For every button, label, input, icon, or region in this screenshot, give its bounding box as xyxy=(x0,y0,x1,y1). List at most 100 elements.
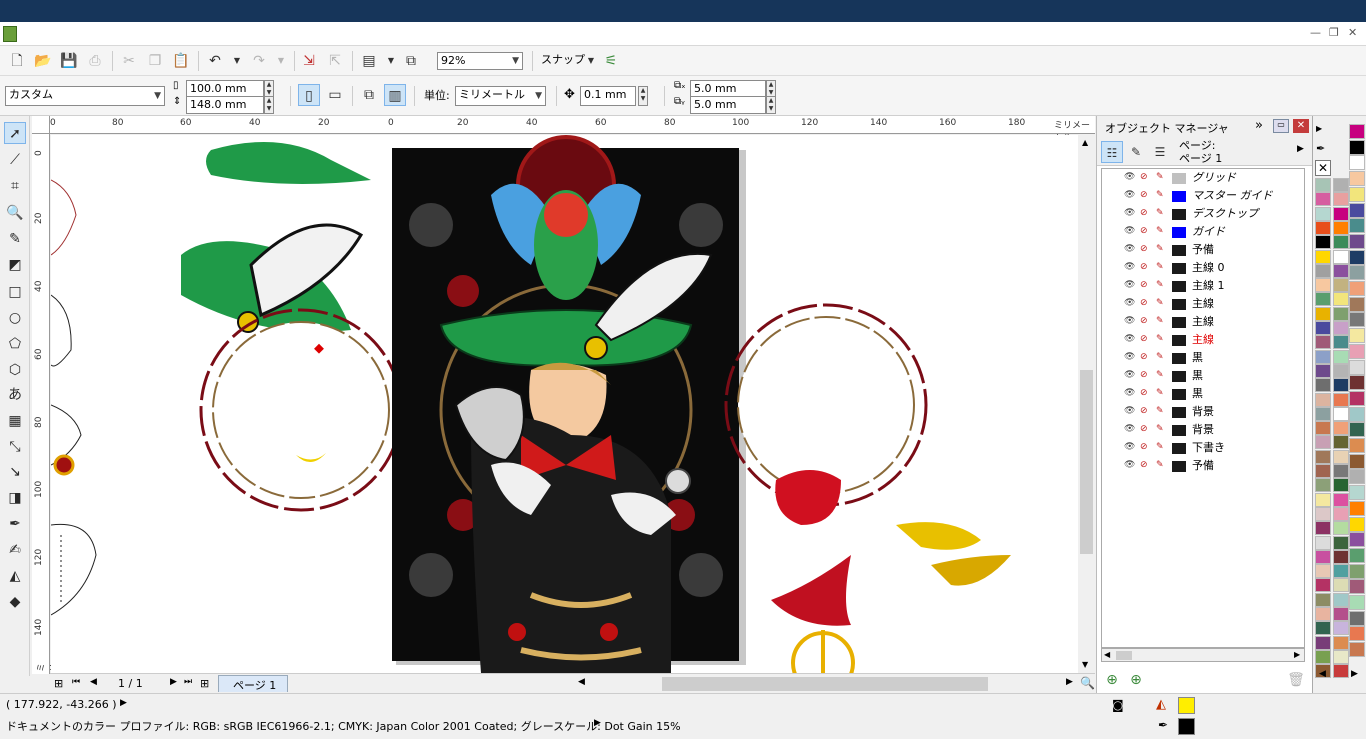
layer-row[interactable]: 👁 ⊘ ✎ 背景 xyxy=(1102,421,1302,439)
layer-print-icon[interactable]: ⊘ xyxy=(1140,172,1148,182)
shape-tool-icon[interactable]: ⟋ xyxy=(4,149,26,171)
palette-swatch[interactable] xyxy=(1315,506,1331,521)
palette-swatch[interactable] xyxy=(1333,206,1349,221)
palette-swatch[interactable] xyxy=(1315,206,1331,221)
palette-swatch[interactable] xyxy=(1315,535,1331,550)
scroll-up-icon[interactable]: ▲ xyxy=(1082,138,1088,147)
palette-swatch[interactable] xyxy=(1349,485,1365,501)
palette-swatch[interactable] xyxy=(1315,621,1331,636)
last-page-icon[interactable]: ⏭ xyxy=(184,677,192,687)
redo-icon[interactable]: ↷ xyxy=(248,50,270,72)
smart-fill-tool-icon[interactable]: ◩ xyxy=(4,254,26,276)
ellipse-tool-icon[interactable]: ○ xyxy=(4,307,26,329)
edit-across-layers-icon[interactable]: ✎ xyxy=(1125,141,1147,163)
layer-visibility-icon[interactable]: 👁 xyxy=(1124,190,1135,200)
layer-lock-icon[interactable]: ✎ xyxy=(1156,442,1164,452)
zoom-tool-icon[interactable]: 🔍 xyxy=(4,202,26,224)
palette-swatch[interactable] xyxy=(1315,492,1331,507)
layer-visibility-icon[interactable]: 👁 xyxy=(1124,370,1135,380)
layer-lock-icon[interactable]: ✎ xyxy=(1156,424,1164,434)
layer-row[interactable]: 👁 ⊘ ✎ 主線 xyxy=(1102,295,1302,313)
fill-tool-icon[interactable]: ◭ xyxy=(4,565,26,587)
palette-swatch[interactable] xyxy=(1315,363,1331,378)
nudge-spinner[interactable]: ▲ ▼ xyxy=(638,86,648,106)
layer-visibility-icon[interactable]: 👁 xyxy=(1124,208,1135,218)
new-document-icon[interactable]: 🗋 xyxy=(6,50,28,72)
palette-swatch[interactable] xyxy=(1349,343,1365,359)
layer-name[interactable]: 主線 xyxy=(1192,296,1214,312)
docker-menu-icon[interactable]: ▶ xyxy=(1297,144,1304,154)
layer-row[interactable]: 👁 ⊘ ✎ 背景 xyxy=(1102,403,1302,421)
palette-swatch[interactable] xyxy=(1333,249,1349,264)
snapshot-icon[interactable]: ◙ xyxy=(1112,698,1124,712)
palette-swatch[interactable] xyxy=(1333,392,1349,407)
layer-lock-icon[interactable]: ✎ xyxy=(1156,298,1164,308)
palette-swatch[interactable] xyxy=(1333,535,1349,550)
paper-size-select[interactable]: カスタム ▼ xyxy=(5,86,165,106)
palette-swatch[interactable] xyxy=(1333,506,1349,521)
layer-list[interactable]: 👁 ⊘ ✎ グリッド 👁 ⊘ ✎ マスター ガイド 👁 ⊘ ✎ デスクトップ 👁 ⊘ ✎ ガイド 👁 ⊘ ✎ 予備 👁 ⊘… xyxy=(1101,168,1305,648)
blend-tool-icon[interactable]: ◨ xyxy=(4,487,26,509)
palette-swatch[interactable] xyxy=(1333,521,1349,536)
layer-lock-icon[interactable]: ✎ xyxy=(1156,190,1164,200)
layer-row[interactable]: 👁 ⊘ ✎ 下書き xyxy=(1102,439,1302,457)
layer-row[interactable]: 👁 ⊘ ✎ 黒 xyxy=(1102,367,1302,385)
layer-row[interactable]: 👁 ⊘ ✎ 主線 xyxy=(1102,313,1302,331)
outline-color-swatch[interactable] xyxy=(1178,718,1195,735)
vertical-ruler[interactable]: 0 20 40 60 80 100 120 140 ミリメートル xyxy=(32,134,112,674)
palette-swatch[interactable] xyxy=(1315,220,1331,235)
palette-swatch[interactable] xyxy=(1315,592,1331,607)
palette-swatch[interactable] xyxy=(1349,249,1365,265)
layer-lock-icon[interactable]: ✎ xyxy=(1156,334,1164,344)
layer-lock-icon[interactable]: ✎ xyxy=(1156,172,1164,182)
layer-lock-icon[interactable]: ✎ xyxy=(1156,388,1164,398)
layer-visibility-icon[interactable]: 👁 xyxy=(1124,226,1135,236)
palette-swatch[interactable] xyxy=(1333,621,1349,636)
palette-swatch[interactable] xyxy=(1349,375,1365,391)
undo-icon[interactable]: ↶ xyxy=(204,50,226,72)
layer-lock-icon[interactable]: ✎ xyxy=(1156,208,1164,218)
layer-print-icon[interactable]: ⊘ xyxy=(1140,208,1148,218)
layer-visibility-icon[interactable]: 👁 xyxy=(1124,334,1135,344)
layer-lock-icon[interactable]: ✎ xyxy=(1156,262,1164,272)
restore-button[interactable]: ❐ xyxy=(1329,26,1339,39)
palette-swatch[interactable] xyxy=(1333,478,1349,493)
layer-lock-icon[interactable]: ✎ xyxy=(1156,226,1164,236)
palette-swatch[interactable] xyxy=(1349,233,1365,249)
palette-swatch[interactable] xyxy=(1349,453,1365,469)
palette-swatch[interactable] xyxy=(1349,139,1365,155)
units-select[interactable]: ミリメートル ▼ xyxy=(455,86,546,106)
layer-name[interactable]: 主線 0 xyxy=(1192,260,1225,276)
palette-swatch[interactable] xyxy=(1349,186,1365,202)
zoom-level-select[interactable]: 92% ▼ xyxy=(437,52,523,70)
palette-swatch[interactable] xyxy=(1315,635,1331,650)
palette-scroll-up-icon[interactable]: ▶ xyxy=(1316,124,1322,133)
all-pages-icon[interactable]: ⧉ xyxy=(358,84,380,106)
layer-name[interactable]: 背景 xyxy=(1192,422,1214,438)
palette-swatch[interactable] xyxy=(1349,500,1365,516)
palette-swatch[interactable] xyxy=(1349,312,1365,328)
next-page-icon[interactable]: ▶ xyxy=(170,677,177,687)
layer-visibility-icon[interactable]: 👁 xyxy=(1124,406,1135,416)
docker-minimize-icon[interactable]: ▭ xyxy=(1273,119,1289,133)
palette-swatch[interactable] xyxy=(1349,469,1365,485)
layer-visibility-icon[interactable]: 👁 xyxy=(1124,298,1135,308)
layer-print-icon[interactable]: ⊘ xyxy=(1140,424,1148,434)
layer-visibility-icon[interactable]: 👁 xyxy=(1124,388,1135,398)
layer-row[interactable]: 👁 ⊘ ✎ 予備 xyxy=(1102,241,1302,259)
layer-print-icon[interactable]: ⊘ xyxy=(1140,442,1148,452)
pick-tool-icon[interactable]: ➚ xyxy=(4,122,26,144)
ruler-origin[interactable] xyxy=(32,116,50,134)
palette-swatch[interactable] xyxy=(1333,278,1349,293)
palette-swatch[interactable] xyxy=(1315,321,1331,335)
layer-name[interactable]: 黒 xyxy=(1192,386,1203,402)
scroll-left-icon[interactable]: ◀ xyxy=(1104,650,1110,659)
expand-arrow-icon[interactable]: ▶ xyxy=(120,698,127,708)
tab-page-1[interactable]: ページ 1 xyxy=(218,675,288,692)
palette-swatch[interactable] xyxy=(1315,263,1331,278)
layer-lock-icon[interactable]: ✎ xyxy=(1156,316,1164,326)
app-launcher-dropdown-icon[interactable]: ▼ xyxy=(380,50,402,72)
page-height-spinner[interactable]: ▲ ▼ xyxy=(264,96,274,114)
layer-visibility-icon[interactable]: 👁 xyxy=(1124,352,1135,362)
new-layer-icon[interactable]: ⊕ xyxy=(1101,669,1123,691)
